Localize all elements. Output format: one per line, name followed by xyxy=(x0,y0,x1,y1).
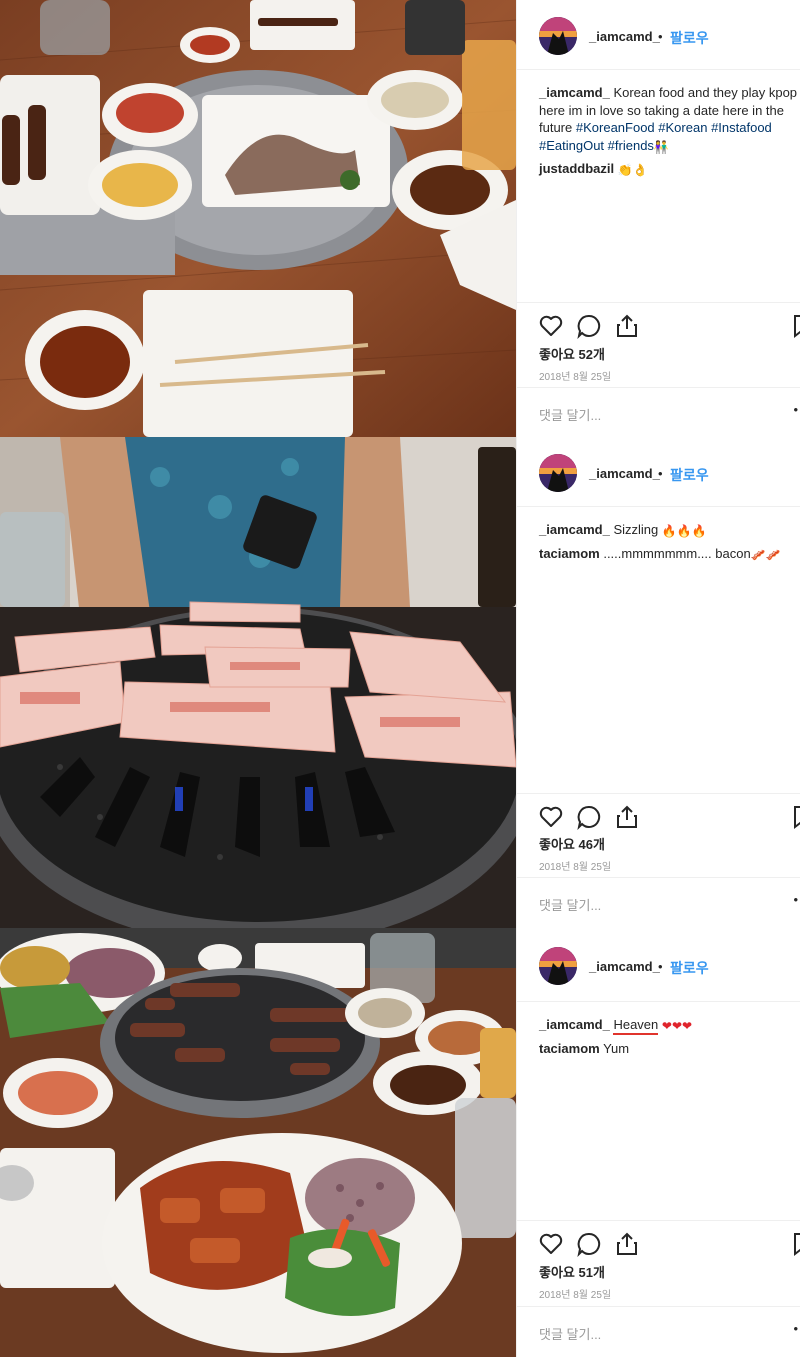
caption: _iamcamd_ Korean food and they play kpop… xyxy=(539,84,800,154)
avatar[interactable] xyxy=(539,947,577,985)
comment: justaddbazil 👏👌 xyxy=(539,160,800,178)
post-sidebar: _iamcamd_ • 팔로우 _iamcamd_ Korean food an… xyxy=(516,0,800,437)
comment: taciamom Yum xyxy=(539,1040,800,1058)
like-count[interactable]: 좋아요 52개 xyxy=(539,344,605,363)
separator-dot: • xyxy=(658,959,663,974)
comment-text: .....mmmmmmm.... bacon xyxy=(603,545,751,561)
more-options-icon[interactable]: • xyxy=(793,402,798,417)
heart-icon[interactable] xyxy=(538,313,564,339)
fire-emoji: 🔥🔥🔥 xyxy=(661,524,707,538)
username-link[interactable]: _iamcamd_ xyxy=(589,959,660,974)
couple-emoji: 👫 xyxy=(653,139,669,154)
caption-area: _iamcamd_ Korean food and they play kpop… xyxy=(539,84,800,184)
heart-icon[interactable] xyxy=(538,1231,564,1257)
post-photo-pork-belly-grill[interactable] xyxy=(0,437,516,928)
caption-username[interactable]: _iamcamd_ xyxy=(539,522,610,537)
caption-text: Heaven xyxy=(613,1017,659,1035)
follow-button[interactable]: 팔로우 xyxy=(670,28,709,48)
avatar[interactable] xyxy=(539,454,577,492)
share-icon[interactable] xyxy=(614,1231,640,1257)
hashtag-instafood[interactable]: #Instafood xyxy=(711,120,772,135)
bookmark-icon[interactable] xyxy=(793,804,800,830)
comment-icon[interactable] xyxy=(576,1231,602,1257)
caption-username[interactable]: _iamcamd_ xyxy=(539,85,610,100)
comment-icon[interactable] xyxy=(576,804,602,830)
username-link[interactable]: _iamcamd_ xyxy=(589,466,660,481)
post-date[interactable]: 2018년 8월 25일 xyxy=(539,1286,611,1301)
comment-username[interactable]: taciamom xyxy=(539,1041,600,1056)
comment: taciamom .....mmmmmmm.... bacon🥓🥓 xyxy=(539,545,800,563)
separator-dot: • xyxy=(658,29,663,44)
post-3: _iamcamd_ • 팔로우 _iamcamd_ Heaven ❤❤❤ tac… xyxy=(0,928,800,1357)
comment-input[interactable]: 댓글 달기... xyxy=(539,895,601,914)
heart-icon[interactable] xyxy=(538,804,564,830)
like-count[interactable]: 좋아요 51개 xyxy=(539,1262,605,1281)
comment-input-area: 댓글 달기... • xyxy=(517,387,800,437)
post-header: _iamcamd_ • 팔로우 xyxy=(517,928,800,1002)
separator-dot: • xyxy=(658,466,663,481)
post-header: _iamcamd_ • 팔로우 xyxy=(517,0,800,70)
hashtag-eatingout[interactable]: #EatingOut xyxy=(539,138,604,153)
avatar[interactable] xyxy=(539,17,577,55)
post-photo-korean-bbq-meal[interactable] xyxy=(0,928,516,1357)
comment-input-area: 댓글 달기... • xyxy=(517,877,800,927)
caption: _iamcamd_ Heaven ❤❤❤ xyxy=(539,1016,800,1035)
caption-username[interactable]: _iamcamd_ xyxy=(539,1017,610,1032)
caption-area: _iamcamd_ Sizzling 🔥🔥🔥 taciamom .....mmm… xyxy=(539,521,800,568)
action-bar xyxy=(517,793,800,838)
post-sidebar: _iamcamd_ • 팔로우 _iamcamd_ Heaven ❤❤❤ tac… xyxy=(516,928,800,1357)
post-header: _iamcamd_ • 팔로우 xyxy=(517,437,800,507)
clap-ok-emoji: 👏👌 xyxy=(617,163,648,177)
comment-input[interactable]: 댓글 달기... xyxy=(539,405,601,424)
post-date[interactable]: 2018년 8월 25일 xyxy=(539,368,611,383)
food-photo xyxy=(0,437,516,928)
comment-input[interactable]: 댓글 달기... xyxy=(539,1324,601,1343)
avatar-image xyxy=(539,454,577,492)
comment-input-area: 댓글 달기... • xyxy=(517,1306,800,1356)
caption-text: Sizzling xyxy=(613,522,659,537)
bookmark-icon[interactable] xyxy=(793,313,800,339)
post-sidebar: _iamcamd_ • 팔로우 _iamcamd_ Sizzling 🔥🔥🔥 t… xyxy=(516,437,800,928)
more-options-icon[interactable]: • xyxy=(793,1321,798,1336)
avatar-image xyxy=(539,947,577,985)
comment-icon[interactable] xyxy=(576,313,602,339)
hashtag-koreanfood[interactable]: #KoreanFood xyxy=(576,120,655,135)
action-bar xyxy=(517,302,800,347)
username-link[interactable]: _iamcamd_ xyxy=(589,29,660,44)
share-icon[interactable] xyxy=(614,313,640,339)
share-icon[interactable] xyxy=(614,804,640,830)
post-1: _iamcamd_ • 팔로우 _iamcamd_ Korean food an… xyxy=(0,0,800,437)
comment-username[interactable]: justaddbazil xyxy=(539,161,614,176)
like-count[interactable]: 좋아요 46개 xyxy=(539,834,605,853)
avatar-image xyxy=(539,17,577,55)
follow-button[interactable]: 팔로우 xyxy=(670,958,709,978)
food-photo xyxy=(0,0,516,437)
bacon-emoji: 🥓🥓 xyxy=(750,547,781,562)
bookmark-icon[interactable] xyxy=(793,1231,800,1257)
hashtag-friends[interactable]: #friends xyxy=(608,138,654,153)
caption-area: _iamcamd_ Heaven ❤❤❤ taciamom Yum xyxy=(539,1016,800,1063)
comment-text: Yum xyxy=(603,1040,630,1056)
food-photo xyxy=(0,928,516,1357)
follow-button[interactable]: 팔로우 xyxy=(670,465,709,485)
post-date[interactable]: 2018년 8월 25일 xyxy=(539,858,611,873)
post-2: _iamcamd_ • 팔로우 _iamcamd_ Sizzling 🔥🔥🔥 t… xyxy=(0,437,800,928)
more-options-icon[interactable]: • xyxy=(793,892,798,907)
action-bar xyxy=(517,1220,800,1265)
hashtag-korean[interactable]: #Korean xyxy=(658,120,707,135)
post-photo-korean-side-dishes[interactable] xyxy=(0,0,516,437)
heart-emoji: ❤❤❤ xyxy=(661,1019,693,1033)
comment-username[interactable]: taciamom xyxy=(539,546,600,561)
caption: _iamcamd_ Sizzling 🔥🔥🔥 xyxy=(539,521,800,539)
